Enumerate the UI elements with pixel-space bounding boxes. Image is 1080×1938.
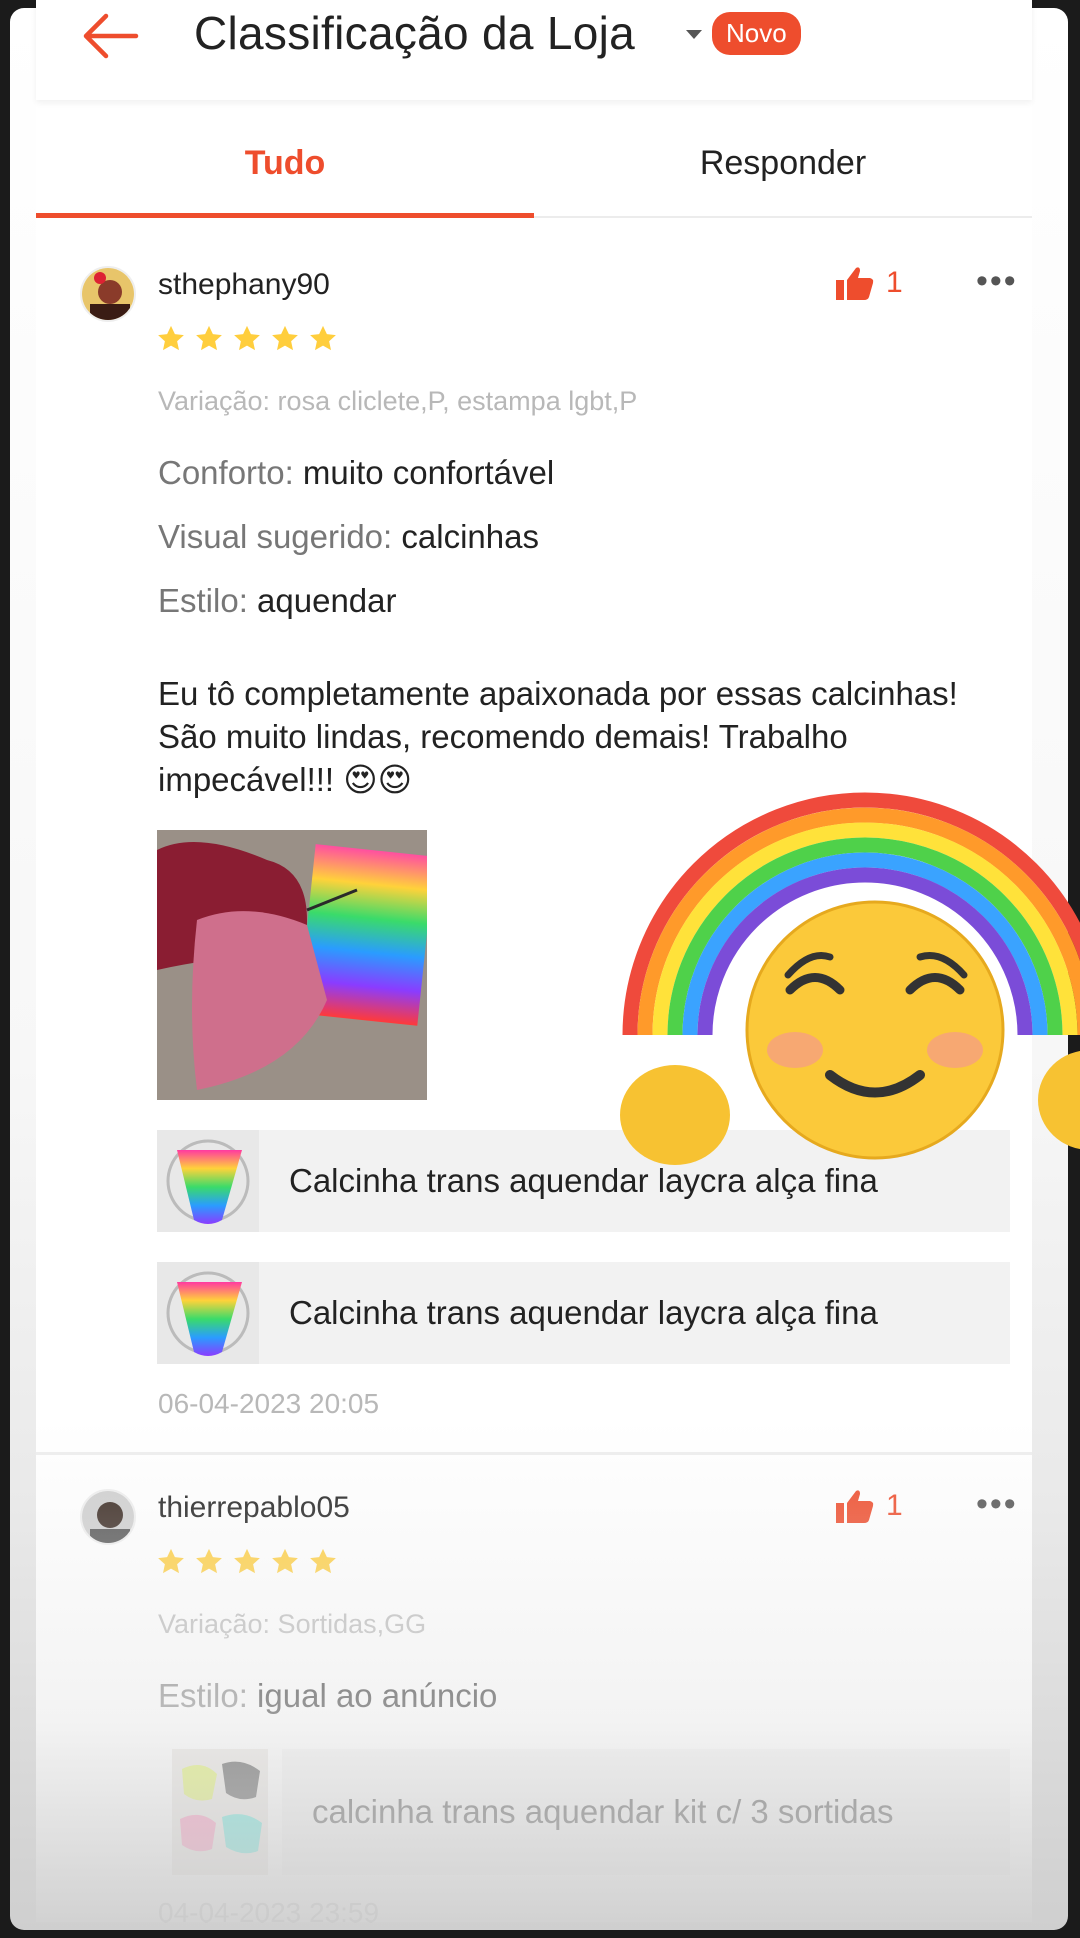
star-icon	[272, 325, 298, 351]
review-field: Estilo: igual ao anúncio	[158, 1677, 497, 1715]
tab-bar: Tudo Responder	[36, 108, 1032, 218]
product-name: Calcinha trans aquendar laycra alça fina	[289, 1294, 878, 1331]
review-field: Conforto: muito confortável	[158, 454, 554, 492]
field-key: Estilo:	[158, 1677, 248, 1714]
rating-stars	[156, 324, 338, 354]
product-link[interactable]: Calcinha trans aquendar laycra alça fina	[157, 1262, 1010, 1364]
field-value: muito confortável	[302, 454, 555, 491]
star-icon	[310, 325, 336, 351]
star-icon	[234, 325, 260, 351]
tab-reply[interactable]: Responder	[534, 108, 1032, 218]
star-icon	[196, 325, 222, 351]
more-options-icon[interactable]: •••	[976, 262, 1018, 301]
star-icon	[234, 1548, 260, 1574]
star-icon	[158, 325, 184, 351]
avatar[interactable]	[80, 266, 136, 322]
new-badge: Novo	[712, 12, 801, 55]
thumbs-up-icon	[836, 1490, 874, 1523]
review-username[interactable]: sthephany90	[158, 268, 330, 302]
field-value: calcinhas	[401, 518, 539, 555]
app-header: Classificação da Loja Novo	[36, 0, 1032, 100]
review-photo[interactable]	[157, 830, 427, 1100]
product-thumbnail	[157, 1262, 259, 1364]
field-key: Estilo:	[158, 582, 248, 619]
tab-all[interactable]: Tudo	[36, 108, 534, 218]
like-count: 1	[886, 1489, 903, 1522]
star-icon	[158, 1548, 184, 1574]
product-name: calcinha trans aquendar kit c/ 3 sortida…	[312, 1793, 894, 1830]
avatar[interactable]	[80, 1489, 136, 1545]
product-link[interactable]: calcinha trans aquendar kit c/ 3 sortida…	[172, 1749, 1010, 1875]
review-date: 04-04-2023 23:59	[158, 1897, 380, 1928]
review-field: Visual sugerido: calcinhas	[158, 518, 539, 556]
chevron-down-icon[interactable]	[686, 30, 702, 39]
rating-stars	[156, 1547, 338, 1577]
field-value: igual ao anúncio	[257, 1677, 498, 1714]
variation-text: Variação: Sortidas,GG	[158, 1609, 427, 1639]
more-options-icon[interactable]: •••	[976, 1485, 1018, 1524]
star-icon	[310, 1548, 336, 1574]
star-icon	[272, 1548, 298, 1574]
like-button[interactable]: 1	[836, 1489, 903, 1523]
rainbow-smiling-face-sticker	[620, 792, 1080, 1165]
field-value: aquendar	[257, 582, 397, 619]
review-field: Estilo: aquendar	[158, 582, 397, 620]
field-key: Visual sugerido:	[158, 518, 393, 555]
review-date: 06-04-2023 20:05	[158, 1388, 380, 1419]
product-thumbnail	[157, 1130, 259, 1232]
field-key: Conforto:	[158, 454, 294, 491]
page-title[interactable]: Classificação da Loja	[194, 6, 635, 60]
star-icon	[196, 1548, 222, 1574]
arrow-left-icon[interactable]	[76, 6, 146, 66]
like-button[interactable]: 1	[836, 266, 903, 300]
review-username[interactable]: thierrepablo05	[158, 1491, 350, 1525]
product-thumbnail	[172, 1749, 268, 1875]
thumbs-up-icon	[836, 267, 874, 300]
review-card: thierrepablo05 1 ••• Variação: Sortidas,…	[36, 1455, 1032, 1928]
variation-text: Variação: rosa cliclete,P, estampa lgbt,…	[158, 386, 638, 416]
tab-active-indicator	[36, 213, 534, 218]
like-count: 1	[886, 266, 903, 299]
